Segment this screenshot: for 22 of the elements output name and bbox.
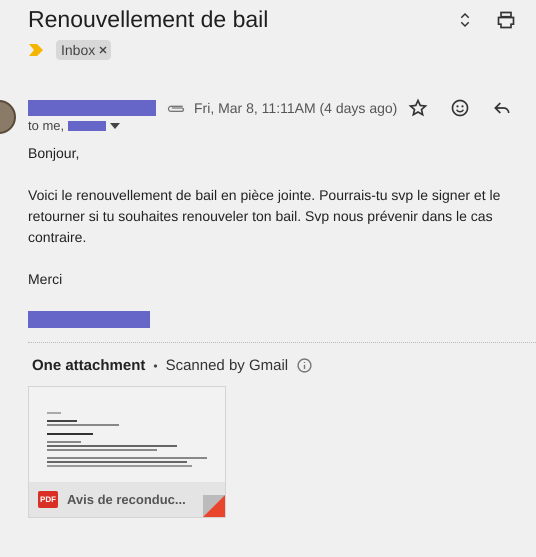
attachment-card[interactable]: PDF Avis de reconduc... (28, 386, 226, 518)
star-icon[interactable] (408, 98, 428, 118)
separator-dot: • (153, 358, 158, 372)
emoji-icon[interactable] (450, 98, 470, 118)
scan-note: Scanned by Gmail (166, 357, 288, 374)
message-paragraph: Merci (28, 270, 64, 289)
email-subject: Renouvellement de bail (28, 6, 268, 33)
attachment-heading: One attachment (32, 357, 146, 374)
message-date: Fri, Mar 8, 11:11AM (4 days ago) (194, 100, 398, 116)
folded-corner-icon (203, 495, 225, 517)
redaction-bar (68, 120, 106, 130)
attachment-filename: Avis de reconduc... (67, 492, 186, 507)
print-icon[interactable] (496, 10, 516, 30)
dropdown-caret-icon[interactable] (110, 122, 120, 130)
importance-marker-icon (28, 43, 44, 57)
message-paragraph: Bonjour, (28, 144, 80, 163)
message-paragraph: Voici le renouvellement de bail en pièce jointe. Pourrais-tu svp le signer et le retourner si tu souhaites renouveler ton bail. Svp nous prévenir dans le cas contraire. (28, 186, 502, 247)
recipient-text: to me, (28, 118, 64, 133)
label-chip[interactable]: Inbox (56, 40, 112, 60)
pdf-badge: PDF (38, 491, 58, 508)
info-icon[interactable] (296, 357, 314, 374)
close-icon[interactable] (99, 46, 108, 54)
